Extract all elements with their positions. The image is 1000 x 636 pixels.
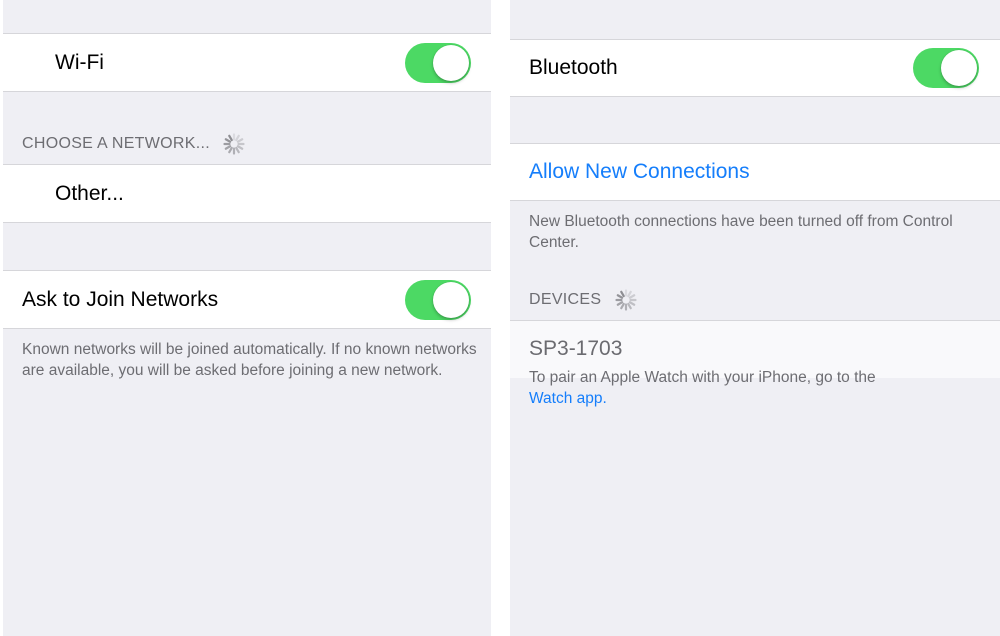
toggle-knob	[941, 50, 977, 86]
devices-header-text: DEVICES	[529, 291, 602, 308]
device-name: SP3-1703	[529, 337, 623, 360]
choose-network-header-text: CHOOSE A NETWORK...	[22, 135, 210, 152]
ask-to-join-footnote: Known networks will be joined automatica…	[22, 341, 477, 379]
allow-new-connections-row[interactable]: Allow New Connections	[510, 143, 1000, 201]
ask-to-join-row[interactable]: Ask to Join Networks	[3, 270, 491, 329]
bluetooth-row[interactable]: Bluetooth	[510, 39, 1000, 97]
toggle-knob	[433, 45, 469, 81]
watch-pairing-note: To pair an Apple Watch with your iPhone,…	[529, 367, 979, 409]
toggle-knob	[433, 282, 469, 318]
wifi-toggle[interactable]	[405, 43, 471, 83]
wifi-settings-screen: Wi-Fi CHOOSE A NETWORK... Other... Ask t…	[3, 0, 491, 636]
bluetooth-label: Bluetooth	[529, 56, 618, 79]
ask-to-join-label: Ask to Join Networks	[22, 287, 219, 311]
allow-connections-footnote: New Bluetooth connections have been turn…	[529, 213, 953, 251]
wifi-row[interactable]: Wi-Fi	[3, 33, 491, 92]
wifi-label: Wi-Fi	[55, 50, 104, 74]
ask-to-join-toggle[interactable]	[405, 280, 471, 320]
allow-new-connections-link[interactable]: Allow New Connections	[529, 160, 750, 184]
watch-pairing-note-text: To pair an Apple Watch with your iPhone,…	[529, 369, 876, 386]
other-network-label: Other...	[55, 181, 124, 205]
devices-header: DEVICES	[529, 291, 601, 309]
other-network-row[interactable]: Other...	[3, 164, 491, 223]
bluetooth-settings-screen: Bluetooth Allow New Connections New Blue…	[510, 0, 1000, 636]
bluetooth-toggle[interactable]	[913, 48, 979, 88]
watch-app-link[interactable]: Watch app.	[529, 390, 607, 407]
choose-network-header: CHOOSE A NETWORK...	[22, 135, 210, 153]
activity-spinner-icon	[615, 289, 637, 311]
activity-spinner-icon	[223, 133, 245, 155]
